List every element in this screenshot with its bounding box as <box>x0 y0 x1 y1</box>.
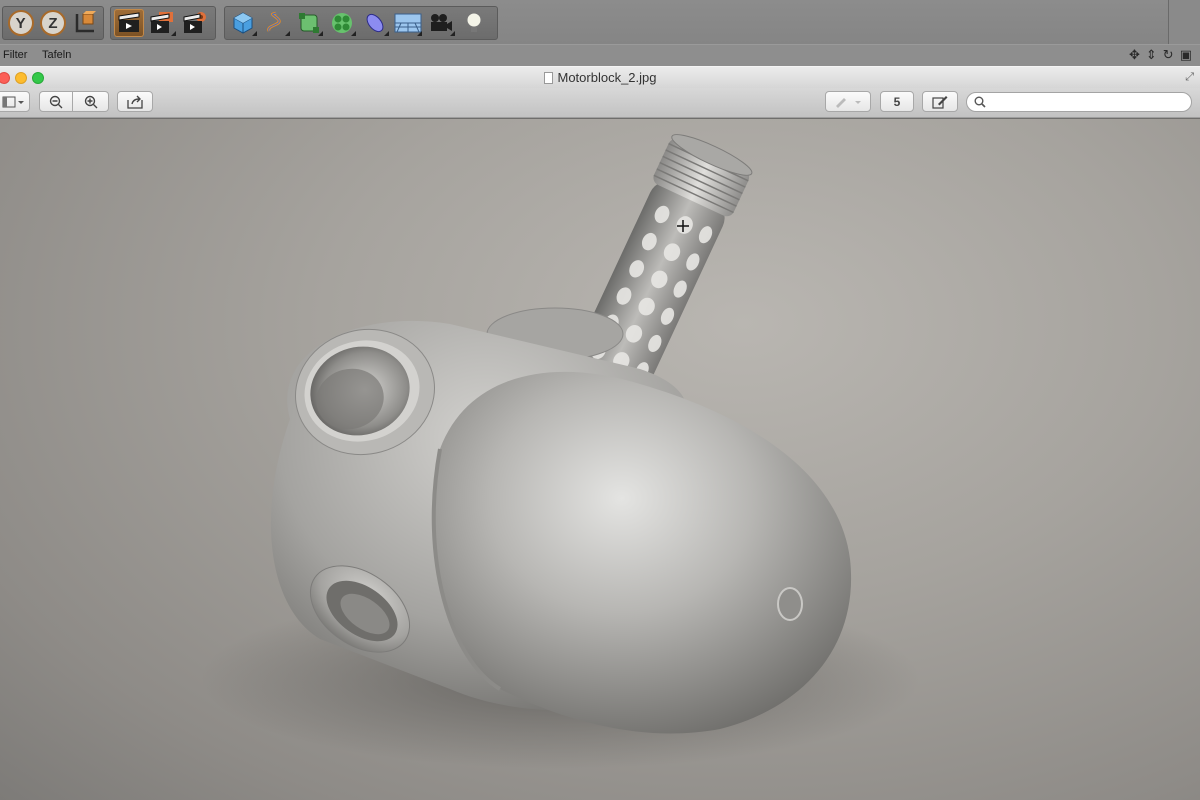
sidebar-view-button[interactable] <box>0 91 30 112</box>
c4d-toolbar: Y Z <box>0 0 1200 44</box>
menu-filter[interactable]: Filter <box>3 49 27 61</box>
zoom-in-icon <box>84 95 97 108</box>
preview-toolbar: 5 <box>0 88 1200 118</box>
share-icon <box>127 95 143 109</box>
coordinate-system-icon[interactable] <box>71 9 100 37</box>
render-settings-icon[interactable] <box>180 9 210 37</box>
menu-tafeln[interactable]: Tafeln <box>42 49 71 61</box>
toolbar-right-edge <box>1168 0 1200 44</box>
edit-markup-icon <box>932 95 948 109</box>
zoom-out-button[interactable] <box>39 91 73 112</box>
zoom-in-button[interactable] <box>73 91 109 112</box>
share-button[interactable] <box>117 91 153 112</box>
spline-icon[interactable] <box>261 9 291 37</box>
search-input[interactable] <box>989 95 1184 110</box>
move-view-icon[interactable]: ✥ <box>1129 48 1140 62</box>
rendered-motor-block-image <box>200 134 920 769</box>
z-axis-lock-button[interactable]: Z <box>38 9 67 37</box>
light-icon[interactable] <box>459 9 489 37</box>
floor-environment-icon[interactable] <box>393 9 423 37</box>
preview-titlebar: Motorblock_2.jpg ⤢ <box>0 66 1200 88</box>
zoom-out-icon <box>49 95 63 108</box>
document-proxy-icon[interactable] <box>543 72 553 84</box>
rotate-view-icon[interactable]: ↻ <box>1163 48 1174 62</box>
zoom-view-icon[interactable]: ⇕ <box>1146 48 1157 62</box>
y-axis-label: Y <box>7 10 34 36</box>
axis-lock-group: Y Z <box>2 6 104 40</box>
pen-icon <box>836 97 861 108</box>
search-icon <box>974 96 986 108</box>
deformer-icon[interactable] <box>360 9 390 37</box>
subdivision-surface-icon[interactable] <box>294 9 324 37</box>
sidebar-icon <box>2 96 24 107</box>
c4d-menu-bar: Filter Tafeln ✥ ⇕ ↻ ▣ <box>0 44 1200 66</box>
cloner-icon[interactable] <box>327 9 357 37</box>
viewport-nav-icons: ✥ ⇕ ↻ ▣ <box>1129 48 1192 62</box>
render-picture-viewer-icon[interactable] <box>147 9 177 37</box>
image-canvas[interactable] <box>0 119 1200 800</box>
pen-tool-button[interactable] <box>825 91 871 112</box>
window-title: Motorblock_2.jpg <box>0 70 1200 85</box>
render-view-icon[interactable] <box>114 9 144 37</box>
window-title-text: Motorblock_2.jpg <box>557 70 657 85</box>
view-layout-icon[interactable]: ▣ <box>1180 48 1192 62</box>
search-field[interactable] <box>966 92 1192 112</box>
edit-toolbar-button[interactable] <box>922 91 958 112</box>
z-axis-label: Z <box>39 10 66 36</box>
render-group <box>110 6 216 40</box>
page-number-button[interactable]: 5 <box>880 91 914 112</box>
cube-primitive-icon[interactable] <box>228 9 258 37</box>
objects-group <box>224 6 498 40</box>
y-axis-lock-button[interactable]: Y <box>6 9 35 37</box>
camera-icon[interactable] <box>426 9 456 37</box>
fullscreen-icon[interactable]: ⤢ <box>1185 71 1194 84</box>
